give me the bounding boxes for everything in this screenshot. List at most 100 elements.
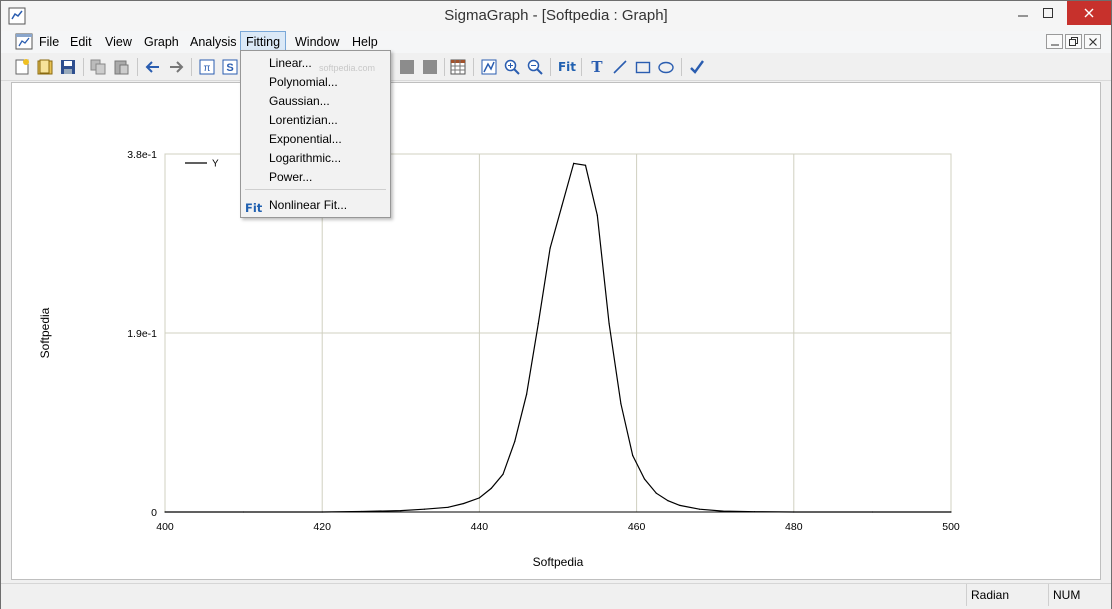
x-tick-label: 400 [156,521,174,533]
data-point [679,504,681,506]
datasheet-button[interactable] [448,57,468,77]
data-point [722,510,724,512]
open-button[interactable] [35,57,55,77]
text-icon: T [591,58,603,76]
toolbar-separator [191,58,192,76]
zoom-in-button[interactable] [502,57,522,77]
check-button[interactable] [687,57,707,77]
gray-square-icon [400,60,414,74]
autoscale-button[interactable] [479,57,499,77]
line-tool-button[interactable] [610,57,630,77]
document-icon[interactable] [15,33,33,50]
paste-icon [114,60,129,75]
data-point [514,440,516,442]
gray-square-icon [423,60,437,74]
data-point [321,511,323,513]
data-point [423,508,425,510]
zoom-out-button[interactable] [525,57,545,77]
data-point [526,393,528,395]
copy-icon [90,59,106,75]
menu-item-power[interactable]: Power... [241,168,390,187]
legend: Y [185,159,219,170]
window-title: SigmaGraph - [Softpedia : Graph] [444,7,668,24]
text-tool-button[interactable]: T [587,57,607,77]
rectangle-tool-button[interactable] [633,57,653,77]
menu-item-label: Nonlinear Fit... [269,198,348,212]
script-icon: S [222,59,238,75]
data-point [360,510,363,513]
data-point [667,500,669,502]
pi-icon: π [199,59,215,75]
script-button[interactable]: S [220,57,240,77]
mdi-close-button[interactable] [1084,34,1101,49]
check-icon [690,60,704,74]
mdi-restore-button[interactable] [1065,34,1082,49]
data-point [608,323,610,325]
menu-analysis[interactable]: Analysis [185,31,242,53]
y-tick-label: 1.9e-1 [127,328,157,340]
mdi-minimize-button[interactable] [1046,34,1063,49]
data-point [463,502,465,505]
minimize-icon [1018,15,1028,17]
toolbar-separator [83,58,84,76]
watermark: softpedia.com [319,63,376,73]
paste-button[interactable] [111,57,131,77]
data-point [620,403,622,405]
pi-button[interactable]: π [197,57,217,77]
data-point [655,492,657,494]
app-window: SigmaGraph - [Softpedia : Graph] File Ed… [0,0,1112,609]
menu-item-polynomial[interactable]: Polynomial... [241,73,390,92]
save-button[interactable] [58,57,78,77]
open-icon [37,59,53,75]
graph-area[interactable]: 400 420 440 460 480 500 0 1.9e-1 3.8e-1 Softpedia… [11,82,1101,580]
menu-view[interactable]: View [100,31,137,53]
y-axis-title: Softpedia [38,307,52,358]
data-point [950,511,952,513]
x-tick-label: 500 [942,521,960,533]
close-icon [1088,37,1097,46]
menu-item-lorentzian[interactable]: Lorentizian... [241,111,390,130]
data-point [643,478,646,480]
x-tick-label: 460 [628,521,646,533]
ellipse-icon [658,61,674,74]
gray-square-button[interactable] [397,57,417,77]
gray-square-button[interactable] [420,57,440,77]
new-button[interactable] [12,57,32,77]
menu-item-gaussian[interactable]: Gaussian... [241,92,390,111]
legend-label: Y [212,159,219,170]
menu-graph[interactable]: Graph [139,31,184,53]
close-button[interactable] [1067,1,1111,25]
line-icon [613,60,627,74]
ellipse-tool-button[interactable] [656,57,676,77]
redo-button[interactable] [166,57,186,77]
data-point [537,323,539,325]
data-point [400,510,402,512]
fit-button[interactable]: Fit [556,57,578,77]
y-tick-label: 0 [151,507,157,519]
zoom-out-icon [527,59,543,75]
data-point [447,506,449,508]
restore-icon [1069,37,1078,46]
data-point [561,205,563,207]
maximize-button[interactable] [1033,1,1063,25]
data-point [584,164,587,166]
undo-button[interactable] [143,57,163,77]
zoom-in-icon [504,59,520,75]
close-icon [1084,8,1094,18]
minimize-icon [1050,44,1059,45]
status-bar [1,583,1111,609]
data-point [871,511,874,513]
data-point [573,162,575,164]
chart[interactable]: 400 420 440 460 480 500 0 1.9e-1 3.8e-1 Softpedia… [12,83,1100,579]
menu-file[interactable]: File [34,31,64,53]
menu-item-exponential[interactable]: Exponential... [241,130,390,149]
menu-item-logarithmic[interactable]: Logarithmic... [241,149,390,168]
menu-item-nonlinear-fit[interactable]: Fit Nonlinear Fit... [241,196,390,215]
copy-button[interactable] [88,57,108,77]
fit-icon: Fit [245,201,263,215]
pi-label: π [204,63,211,74]
x-tick-label: 480 [785,521,803,533]
title-bar: SigmaGraph - [Softpedia : Graph] [1,1,1111,31]
menu-edit[interactable]: Edit [65,31,97,53]
status-num-lock: NUM [1048,584,1100,606]
